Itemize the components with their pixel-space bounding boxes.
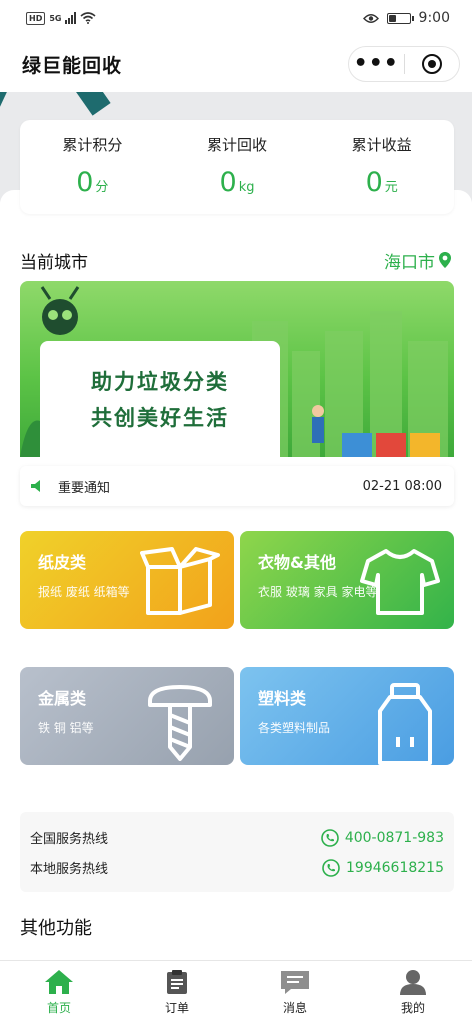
home-icon: [45, 970, 73, 994]
wifi-icon: [80, 12, 97, 24]
battery-icon: [386, 12, 414, 24]
tab-profile[interactable]: 我的: [354, 961, 472, 1024]
stat-points[interactable]: 累计积分 0分: [20, 120, 165, 214]
city-row: 当前城市 海口市: [20, 246, 452, 274]
miniprogram-capsule: •••: [348, 46, 460, 82]
city-label: 当前城市: [20, 252, 88, 273]
hotline-row-national: 全国服务热线 400-0871-983: [30, 828, 444, 847]
hotline-number: 400-0871-983: [344, 829, 444, 846]
clipboard-icon: [167, 970, 187, 994]
banner-slogan-line2: 共创美好生活: [91, 406, 229, 430]
hotline-number-link[interactable]: 400-0871-983: [321, 828, 444, 847]
hotline-row-local: 本地服务热线 19946618215: [30, 858, 444, 877]
stats-card: 累计积分 0分 累计回收 0 kg 累计收益 0元: [20, 120, 454, 214]
notice-time: 02-21 08:00: [362, 478, 442, 494]
stat-value: 0分: [76, 167, 109, 198]
tab-label: 订单: [164, 1001, 189, 1015]
city-name: 海口市: [384, 252, 435, 273]
shirt-icon: [360, 549, 440, 615]
bottle-icon: [378, 683, 432, 765]
bottom-tab-bar: 首页 订单 消息 我的: [0, 960, 472, 1024]
hotline-number: 19946618215: [346, 859, 444, 876]
app-title: 绿巨能回收: [22, 54, 123, 77]
location-pin-icon: [439, 252, 451, 268]
banner-slogan-line1: 助力垃圾分类: [91, 370, 229, 394]
hotline-label: 本地服务热线: [30, 862, 109, 877]
status-bar: HD 5G 9:00: [0, 0, 472, 36]
phone-icon: [321, 828, 339, 847]
tab-messages[interactable]: 消息: [236, 961, 354, 1024]
eye-icon: [362, 13, 379, 23]
stat-value: 0元: [365, 167, 398, 198]
tab-label: 首页: [46, 1001, 71, 1015]
tab-label: 消息: [282, 1001, 307, 1015]
category-desc: 各类塑料制品: [258, 721, 331, 735]
promo-banner[interactable]: 助力垃圾分类 共创美好生活: [20, 281, 454, 457]
app-header: 绿巨能回收 •••: [0, 36, 472, 92]
stat-value: 0 kg: [219, 167, 255, 198]
notice-label: 重要通知: [58, 480, 111, 496]
close-miniprogram-button[interactable]: [405, 54, 460, 74]
message-icon: [281, 971, 309, 994]
notice-left: 重要通知: [30, 477, 110, 496]
hotline-panel: 全国服务热线 400-0871-983 本地服务热线 19946618215: [20, 812, 454, 892]
signal-icon: [65, 12, 77, 24]
hotline-number-link[interactable]: 19946618215: [322, 858, 444, 877]
box-icon: [140, 547, 220, 615]
status-time: 9:00: [418, 10, 450, 26]
category-metal-card[interactable]: 金属类 铁 铜 铝等: [20, 667, 234, 765]
category-clothing-card[interactable]: 衣物&其他 衣服 玻璃 家具 家电等: [240, 531, 454, 629]
city-selector[interactable]: 海口市: [384, 248, 452, 273]
tab-orders[interactable]: 订单: [118, 961, 236, 1024]
category-plastic-card[interactable]: 塑料类 各类塑料制品: [240, 667, 454, 765]
notice-bar[interactable]: 重要通知 02-21 08:00: [20, 466, 454, 506]
status-right: 9:00: [362, 10, 450, 26]
network-label: 5G: [49, 13, 62, 23]
stat-label: 累计收益: [351, 136, 412, 154]
banner-slogan-card: 助力垃圾分类 共创美好生活: [40, 341, 280, 457]
other-features-title: 其他功能: [20, 918, 92, 939]
stat-label: 累计回收: [207, 136, 268, 154]
more-options-button[interactable]: •••: [349, 53, 404, 75]
target-icon: [421, 54, 442, 74]
stat-label: 累计积分: [62, 136, 123, 154]
user-icon: [400, 970, 426, 995]
hd-badge: HD: [26, 11, 46, 25]
status-indicators: HD 5G: [26, 11, 97, 25]
tab-label: 我的: [400, 1001, 425, 1015]
tab-home[interactable]: 首页: [0, 961, 118, 1024]
ant-mascot-icon: [40, 286, 80, 335]
stat-earnings[interactable]: 累计收益 0元: [309, 120, 454, 214]
hotline-label: 全国服务热线: [30, 832, 109, 847]
stat-recycled[interactable]: 累计回收 0 kg: [165, 120, 310, 214]
phone-icon: [322, 858, 340, 877]
category-paper-card[interactable]: 纸皮类 报纸 废纸 纸箱等: [20, 531, 234, 629]
screw-icon: [148, 685, 212, 761]
speaker-icon: [31, 480, 40, 492]
